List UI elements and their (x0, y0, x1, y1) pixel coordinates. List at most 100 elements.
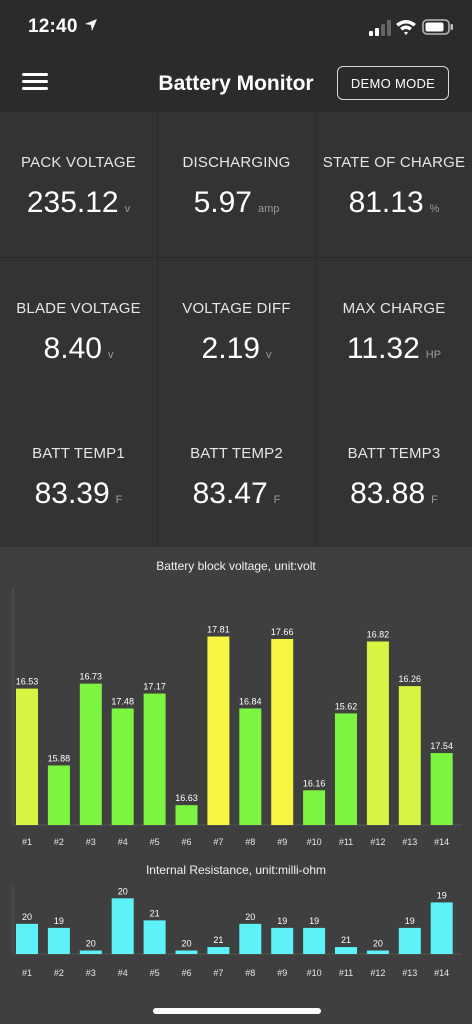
category-tick-label: #7 (213, 968, 223, 978)
bar-value-label: 20 (118, 886, 128, 896)
bar-value-label: 19 (277, 916, 287, 926)
metric-value: 83.47 (192, 477, 268, 510)
metric-label: PACK VOLTAGE (21, 154, 136, 171)
metric-label: DISCHARGING (182, 154, 291, 171)
bar-value-label: 21 (341, 935, 351, 945)
category-tick-label: #10 (307, 837, 322, 847)
metric-label: MAX CHARGE (342, 300, 446, 317)
bar-9 (271, 639, 294, 825)
bar-value-label: 19 (54, 916, 64, 926)
bar-6 (175, 805, 198, 825)
voltage-bar-chart: 16.53 #1 15.88 #2 16.73 #3 17.48 #4 17.17 #5 16.63… (12, 587, 462, 847)
bar-12 (366, 950, 389, 954)
home-indicator[interactable] (153, 1008, 321, 1014)
bar-value-label: 19 (309, 916, 319, 926)
metric-value: 5.97 (193, 186, 252, 219)
bar-8 (239, 708, 262, 825)
category-tick-label: #2 (54, 837, 64, 847)
metric-unit: % (429, 203, 440, 215)
bar-6 (175, 950, 198, 954)
charts-panel: Battery block voltage, unit:volt 16.53 #1… (0, 547, 472, 1024)
bar-value-label: 17.66 (271, 627, 294, 637)
bar-5 (143, 693, 166, 825)
bar-value-label: 16.53 (16, 677, 39, 687)
metric-unit: v (107, 349, 114, 361)
metric-batt-temp3: BATT TEMP3 83.88 F (316, 403, 472, 547)
metric-label: BATT TEMP3 (347, 445, 441, 462)
bar-value-label: 21 (150, 908, 160, 918)
metric-unit: v (124, 203, 131, 215)
metric-unit: HP (425, 349, 442, 361)
bar-8 (239, 923, 262, 954)
metric-voltage-diff: VOLTAGE DIFF 2.19 v (158, 258, 315, 403)
bar-7 (207, 947, 230, 954)
category-tick-label: #1 (22, 968, 32, 978)
bar-4 (111, 708, 134, 825)
metric-value: 81.13 (348, 186, 424, 219)
metric-unit: F (273, 494, 281, 506)
resistance-bar-chart: 20 #1 19 #2 20 #3 20 #4 21 #5 20 #6 21 #7 20 #8 19 #9 19 #1… (12, 886, 462, 978)
metric-value: 2.19 (201, 332, 260, 365)
bar-3 (79, 950, 102, 954)
metric-unit: v (265, 349, 272, 361)
category-tick-label: #3 (86, 837, 96, 847)
status-bar: 12:40 (0, 0, 472, 58)
metric-label: VOLTAGE DIFF (182, 300, 291, 317)
bar-value-label: 15.62 (335, 701, 358, 711)
category-tick-label: #5 (150, 837, 160, 847)
bar-1 (16, 923, 38, 954)
category-tick-label: #3 (86, 968, 96, 978)
metrics-grid: PACK VOLTAGE 235.12 v DISCHARGING 5.97 amp… (0, 112, 472, 547)
bar-value-label: 20 (86, 939, 96, 949)
resistance-chart-title: Internal Resistance, unit:milli-ohm (145, 863, 327, 877)
metric-value: 235.12 (26, 186, 119, 219)
category-tick-label: #13 (402, 968, 417, 978)
bar-value-label: 16.26 (399, 674, 422, 684)
bar-value-label: 19 (405, 916, 415, 926)
bar-value-label: 21 (213, 935, 223, 945)
nav-bar: Battery Monitor DEMO MODE (0, 58, 472, 110)
category-tick-label: #5 (150, 968, 160, 978)
demo-mode-button[interactable]: DEMO MODE (337, 66, 449, 100)
status-time: 12:40 (28, 16, 78, 37)
category-tick-label: #13 (402, 837, 417, 847)
bar-value-label: 20 (22, 912, 32, 922)
wifi-icon (396, 20, 416, 35)
bar-value-label: 17.17 (143, 682, 166, 692)
category-tick-label: #6 (181, 837, 191, 847)
category-tick-label: #12 (370, 968, 385, 978)
category-tick-label: #7 (213, 837, 223, 847)
bar-10 (303, 790, 326, 825)
bar-1 (16, 688, 38, 825)
metric-unit: amp (257, 203, 280, 215)
metric-unit: F (431, 494, 438, 506)
location-arrow-icon (85, 19, 97, 31)
bar-7 (207, 636, 230, 825)
bar-11 (335, 713, 357, 825)
category-tick-label: #4 (118, 968, 128, 978)
category-tick-label: #4 (118, 837, 128, 847)
metric-pack-voltage: PACK VOLTAGE 235.12 v (0, 112, 157, 257)
metric-state-of-charge: STATE OF CHARGE 81.13% (316, 112, 472, 257)
bar-5 (143, 920, 166, 954)
category-tick-label: #12 (370, 837, 385, 847)
category-tick-label: #2 (54, 968, 64, 978)
bar-13 (398, 686, 421, 825)
bar-value-label: 17.48 (111, 696, 134, 706)
bar-value-label: 16.82 (367, 629, 390, 639)
bar-value-label: 19 (437, 890, 447, 900)
metric-label: BLADE VOLTAGE (16, 300, 141, 317)
metric-value: 83.39 (34, 477, 110, 510)
metric-label: BATT TEMP1 (32, 445, 125, 462)
category-tick-label: #9 (277, 837, 287, 847)
bar-value-label: 16.84 (239, 696, 262, 706)
bar-value-label: 20 (181, 939, 191, 949)
metric-batt-temp1: BATT TEMP1 83.39 F (0, 403, 157, 547)
bar-9 (271, 927, 294, 954)
hamburger-menu-icon[interactable] (22, 70, 48, 94)
metric-max-charge: MAX CHARGE 11.32 HP (316, 258, 472, 403)
bar-value-label: 17.81 (207, 625, 230, 635)
battery-status-icon (422, 19, 453, 35)
bar-value-label: 16.63 (175, 793, 198, 803)
bar-2 (47, 765, 70, 825)
